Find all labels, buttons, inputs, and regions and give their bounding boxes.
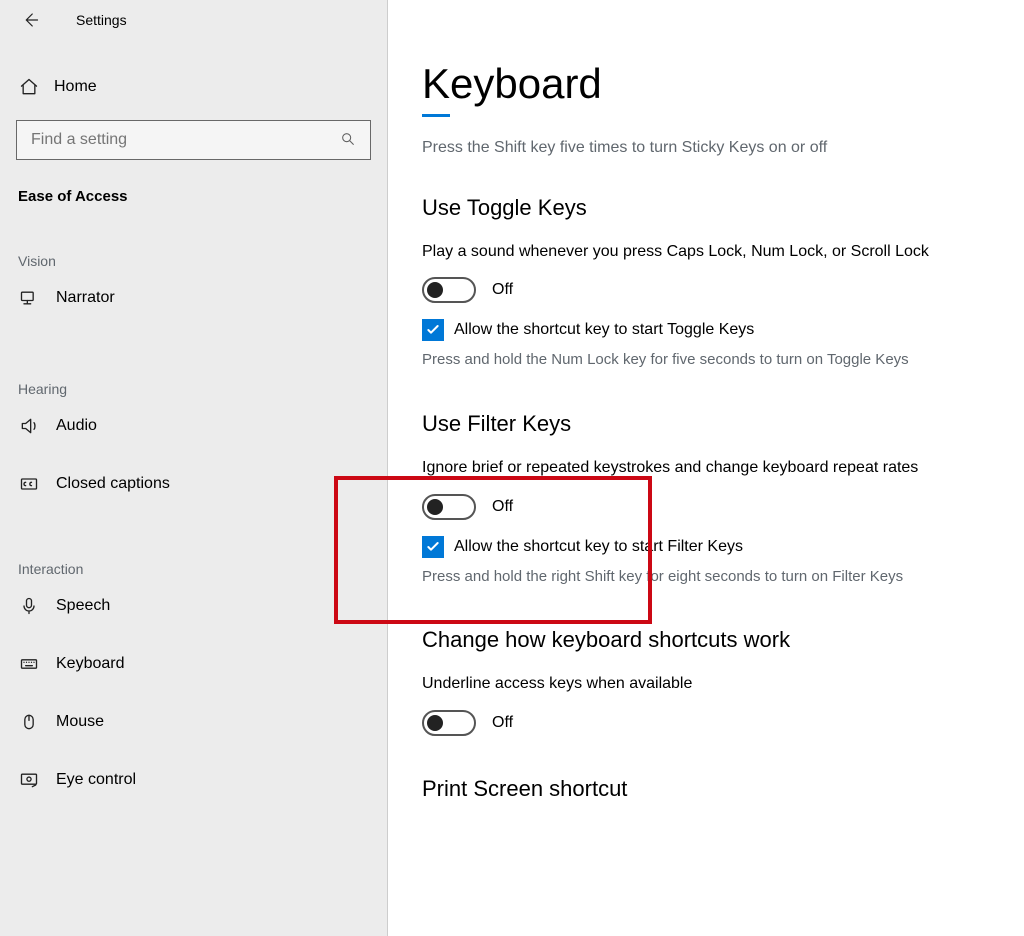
sidebar-item-eye-control[interactable]: Eye control	[0, 757, 387, 803]
closed-captions-icon	[18, 473, 40, 495]
search-box[interactable]	[16, 120, 371, 160]
filter-keys-shortcut-desc: Press and hold the right Shift key for e…	[422, 566, 982, 588]
check-icon	[425, 322, 441, 338]
app-title: Settings	[76, 12, 127, 28]
sidebar-header: Settings	[0, 0, 387, 40]
filter-keys-shortcut-label: Allow the shortcut key to start Filter K…	[454, 538, 743, 556]
section-heading-filter-keys: Use Filter Keys	[422, 411, 990, 437]
section-keyboard-shortcuts: Change how keyboard shortcuts work Under…	[422, 627, 990, 735]
search-input[interactable]	[29, 130, 340, 150]
keyboard-icon	[18, 653, 40, 675]
sidebar: Settings Home Ease of Access Vision Narr…	[0, 0, 388, 936]
sidebar-item-label: Closed captions	[56, 475, 170, 493]
toggle-keys-desc: Play a sound whenever you press Caps Loc…	[422, 241, 982, 263]
underline-access-switch-state: Off	[492, 714, 513, 732]
home-icon	[18, 76, 40, 98]
sidebar-item-audio[interactable]: Audio	[0, 403, 387, 449]
section-toggle-keys: Use Toggle Keys Play a sound whenever yo…	[422, 195, 990, 371]
section-heading-print-screen: Print Screen shortcut	[422, 776, 990, 802]
mouse-icon	[18, 711, 40, 733]
microphone-icon	[18, 595, 40, 617]
sticky-keys-desc: Press the Shift key five times to turn S…	[422, 139, 990, 157]
filter-keys-switch-state: Off	[492, 498, 513, 516]
main-content: Keyboard Press the Shift key five times …	[388, 0, 1024, 936]
sidebar-item-label: Keyboard	[56, 655, 125, 673]
toggle-keys-shortcut-checkbox-row: Allow the shortcut key to start Toggle K…	[422, 319, 990, 341]
filter-keys-switch-row: Off	[422, 494, 990, 520]
title-underline	[422, 114, 450, 117]
sidebar-item-closed-captions[interactable]: Closed captions	[0, 461, 387, 507]
sidebar-item-speech[interactable]: Speech	[0, 583, 387, 629]
arrow-left-icon	[21, 11, 39, 29]
sidebar-section-title: Ease of Access	[0, 188, 387, 205]
underline-access-desc: Underline access keys when available	[422, 673, 982, 695]
section-heading-shortcuts: Change how keyboard shortcuts work	[422, 627, 990, 653]
toggle-keys-shortcut-label: Allow the shortcut key to start Toggle K…	[454, 321, 754, 339]
underline-access-switch[interactable]	[422, 710, 476, 736]
toggle-keys-switch-state: Off	[492, 281, 513, 299]
nav-home[interactable]: Home	[0, 64, 387, 110]
toggle-keys-shortcut-checkbox[interactable]	[422, 319, 444, 341]
toggle-keys-switch-row: Off	[422, 277, 990, 303]
underline-access-switch-row: Off	[422, 710, 990, 736]
sidebar-item-label: Audio	[56, 417, 97, 435]
group-label-vision: Vision	[0, 253, 387, 269]
check-icon	[425, 539, 441, 555]
sidebar-item-label: Eye control	[56, 771, 136, 789]
toggle-keys-shortcut-desc: Press and hold the Num Lock key for five…	[422, 349, 982, 371]
section-print-screen: Print Screen shortcut	[422, 776, 990, 802]
group-label-interaction: Interaction	[0, 561, 387, 577]
nav-home-label: Home	[54, 78, 97, 96]
page-title: Keyboard	[422, 60, 990, 108]
sidebar-item-mouse[interactable]: Mouse	[0, 699, 387, 745]
filter-keys-shortcut-checkbox[interactable]	[422, 536, 444, 558]
section-filter-keys: Use Filter Keys Ignore brief or repeated…	[422, 411, 990, 587]
sidebar-item-narrator[interactable]: Narrator	[0, 275, 387, 321]
sidebar-item-label: Speech	[56, 597, 110, 615]
sidebar-item-label: Mouse	[56, 713, 104, 731]
group-label-hearing: Hearing	[0, 381, 387, 397]
filter-keys-switch[interactable]	[422, 494, 476, 520]
filter-keys-desc: Ignore brief or repeated keystrokes and …	[422, 457, 982, 479]
audio-icon	[18, 415, 40, 437]
search-icon	[340, 131, 358, 149]
toggle-keys-switch[interactable]	[422, 277, 476, 303]
narrator-icon	[18, 287, 40, 309]
back-button[interactable]	[20, 10, 40, 30]
section-heading-toggle-keys: Use Toggle Keys	[422, 195, 990, 221]
sidebar-item-keyboard[interactable]: Keyboard	[0, 641, 387, 687]
eye-control-icon	[18, 769, 40, 791]
filter-keys-shortcut-checkbox-row: Allow the shortcut key to start Filter K…	[422, 536, 990, 558]
sidebar-item-label: Narrator	[56, 289, 115, 307]
